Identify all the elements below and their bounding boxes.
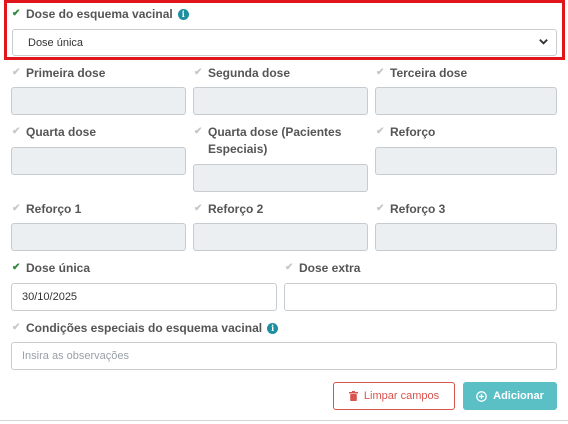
trash-icon bbox=[348, 391, 358, 401]
condicoes-placeholder: Insira as observações bbox=[22, 350, 129, 362]
check-icon: ✔ bbox=[12, 262, 21, 273]
check-icon: ✔ bbox=[285, 262, 294, 273]
selected-value: Dose única bbox=[28, 37, 84, 49]
check-icon: ✔ bbox=[376, 203, 385, 214]
primeira-dose-field bbox=[11, 87, 186, 115]
info-icon[interactable]: i bbox=[267, 323, 279, 334]
reforco-2-field bbox=[193, 223, 368, 251]
reforco-label: ✔ Reforço bbox=[376, 125, 436, 139]
reforco-3-label: ✔ Reforço 3 bbox=[376, 202, 446, 216]
check-icon: ✔ bbox=[194, 203, 203, 214]
primeira-dose-label: ✔ Primeira dose bbox=[12, 66, 106, 80]
terceira-dose-field bbox=[375, 87, 557, 115]
dose-esquema-label: ✔ Dose do esquema vacinal i bbox=[12, 6, 189, 23]
check-icon: ✔ bbox=[12, 67, 21, 78]
dose-esquema-select[interactable]: Dose única bbox=[12, 29, 557, 56]
dose-unica-value: 30/10/2025 bbox=[22, 291, 78, 303]
quarta-dose-label: ✔ Quarta dose bbox=[12, 125, 97, 139]
reforco-3-field bbox=[375, 223, 557, 251]
quarta-dose-especiais-label: ✔ Quarta dose (Pacientes Especiais) bbox=[194, 125, 342, 156]
clear-fields-label: Limpar campos bbox=[363, 390, 440, 402]
quarta-dose-field bbox=[11, 147, 186, 175]
dose-unica-label: ✔ Dose única bbox=[12, 261, 91, 275]
check-icon: ✔ bbox=[12, 8, 21, 19]
dose-extra-label: ✔ Dose extra bbox=[285, 261, 361, 275]
dose-extra-date-field[interactable] bbox=[284, 283, 557, 311]
check-icon: ✔ bbox=[194, 126, 203, 137]
clear-fields-button[interactable]: Limpar campos bbox=[333, 382, 455, 410]
condicoes-label: ✔ Condições especiais do esquema vacinal… bbox=[12, 320, 279, 337]
check-icon: ✔ bbox=[376, 67, 385, 78]
check-icon: ✔ bbox=[12, 322, 21, 333]
terceira-dose-label: ✔ Terceira dose bbox=[376, 66, 468, 80]
reforco-1-label: ✔ Reforço 1 bbox=[12, 202, 82, 216]
quarta-dose-especiais-field bbox=[193, 164, 368, 192]
info-icon[interactable]: i bbox=[177, 9, 189, 20]
segunda-dose-label: ✔ Segunda dose bbox=[194, 66, 291, 80]
add-label: Adicionar bbox=[493, 390, 544, 402]
check-icon: ✔ bbox=[194, 67, 203, 78]
segunda-dose-field bbox=[193, 87, 368, 115]
chevron-down-icon bbox=[539, 39, 548, 45]
check-icon: ✔ bbox=[376, 126, 385, 137]
reforco-2-label: ✔ Reforço 2 bbox=[194, 202, 264, 216]
divider bbox=[0, 420, 568, 421]
add-button[interactable]: Adicionar bbox=[463, 382, 557, 410]
reforco-field bbox=[375, 147, 557, 175]
reforco-1-field bbox=[11, 223, 186, 251]
check-icon: ✔ bbox=[12, 203, 21, 214]
dose-unica-date-field[interactable]: 30/10/2025 bbox=[11, 283, 277, 311]
condicoes-input[interactable]: Insira as observações bbox=[11, 342, 557, 370]
check-icon: ✔ bbox=[12, 126, 21, 137]
plus-circle-icon bbox=[476, 390, 487, 402]
